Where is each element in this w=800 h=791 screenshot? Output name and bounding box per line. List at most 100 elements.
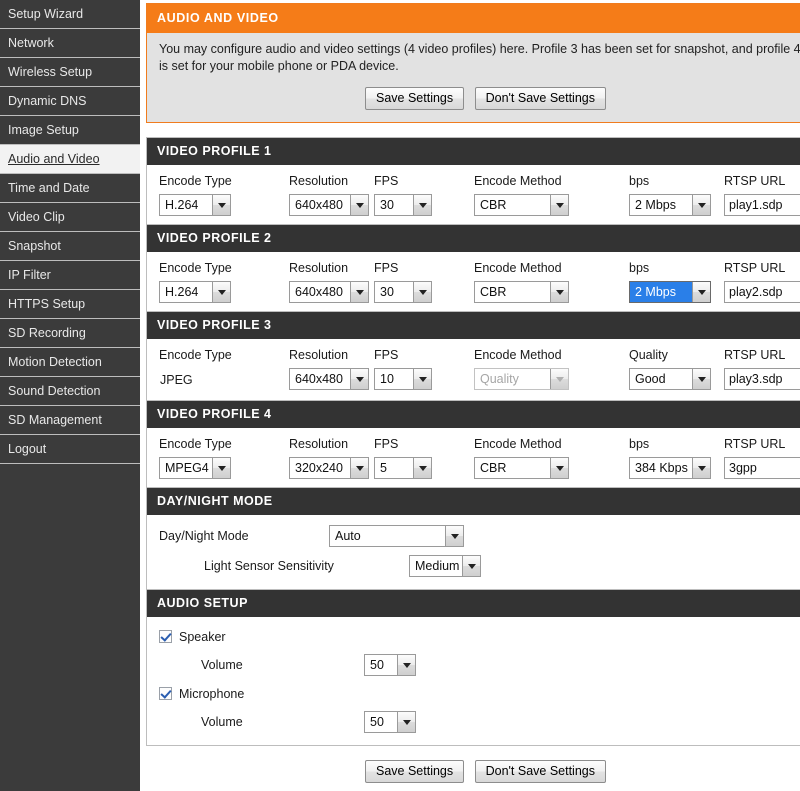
chevron-down-icon [413, 195, 431, 215]
bps-select-profile-2[interactable]: 2 Mbps [629, 281, 711, 303]
encode-method-select-profile-3: Quality [474, 368, 569, 390]
sidebar-item-https-setup[interactable]: HTTPS Setup [0, 290, 140, 319]
dont-save-settings-button-bottom[interactable]: Don't Save Settings [474, 760, 606, 783]
label-rtsp-url: RTSP URL [724, 348, 786, 362]
rtsp-url-input-profile-4[interactable] [724, 457, 800, 479]
sidebar-item-audio-and-video[interactable]: Audio and Video [0, 145, 140, 174]
video-profile-4-controls: MPEG4 320x240 5 CBR 384 Kbps 3gpp [147, 457, 800, 479]
video-profile-2-panel: VIDEO PROFILE 2 Encode Type Resolution F… [146, 225, 800, 312]
chevron-down-icon [350, 369, 368, 389]
fps-select-profile-3[interactable]: 10 [374, 368, 432, 390]
video-profile-4-panel: VIDEO PROFILE 4 Encode Type Resolution F… [146, 401, 800, 488]
label-fps: FPS [374, 261, 399, 275]
sidebar-item-ip-filter[interactable]: IP Filter [0, 261, 140, 290]
sidebar-item-label: Time and Date [8, 181, 90, 195]
encode-method-select-profile-4[interactable]: CBR [474, 457, 569, 479]
save-settings-button-bottom[interactable]: Save Settings [365, 760, 465, 783]
label-encode-method: Encode Method [474, 174, 562, 188]
chevron-down-icon [692, 282, 710, 302]
label-speaker: Speaker [179, 629, 226, 644]
sidebar-item-image-setup[interactable]: Image Setup [0, 116, 140, 145]
sidebar-item-sd-management[interactable]: SD Management [0, 406, 140, 435]
camera-config-page: Setup Wizard Network Wireless Setup Dyna… [0, 0, 800, 791]
sidebar-item-logout[interactable]: Logout [0, 435, 140, 464]
video-profile-3-panel: VIDEO PROFILE 3 Encode Type Resolution F… [146, 312, 800, 401]
label-encode-type: Encode Type [159, 348, 232, 362]
speaker-row: Speaker [147, 623, 800, 650]
bps-select-profile-4[interactable]: 384 Kbps [629, 457, 711, 479]
fps-select-profile-2[interactable]: 30 [374, 281, 432, 303]
encode-type-select-profile-2[interactable]: H.264 [159, 281, 231, 303]
sidebar-item-label: Setup Wizard [8, 7, 84, 21]
sidebar-item-sound-detection[interactable]: Sound Detection [0, 377, 140, 406]
sidebar-filler [0, 464, 140, 784]
video-profile-4-labels: Encode Type Resolution FPS Encode Method… [147, 434, 800, 457]
sidebar-item-network[interactable]: Network [0, 29, 140, 58]
video-profile-3-labels: Encode Type Resolution FPS Encode Method… [147, 345, 800, 368]
rtsp-url-input-profile-2[interactable] [724, 281, 800, 303]
resolution-select-profile-3[interactable]: 640x480 [289, 368, 369, 390]
light-sensor-sensitivity-select[interactable]: Medium [409, 555, 481, 577]
sidebar-item-dynamic-dns[interactable]: Dynamic DNS [0, 87, 140, 116]
rtsp-url-input-profile-1[interactable] [724, 194, 800, 216]
video-profile-4-body: Encode Type Resolution FPS Encode Method… [147, 428, 800, 487]
encode-type-value-profile-3: JPEG [160, 373, 193, 387]
label-day-night-mode: Day/Night Mode [159, 529, 249, 543]
sidebar-item-sd-recording[interactable]: SD Recording [0, 319, 140, 348]
day-night-mode-header: DAY/NIGHT MODE [147, 488, 800, 515]
resolution-select-profile-4[interactable]: 320x240 [289, 457, 369, 479]
speaker-checkbox[interactable] [159, 630, 172, 643]
video-profile-2-body: Encode Type Resolution FPS Encode Method… [147, 252, 800, 311]
video-profile-1-panel: VIDEO PROFILE 1 Encode Type Resolution F… [146, 137, 800, 225]
encode-type-select-profile-4[interactable]: MPEG4 [159, 457, 231, 479]
content-area: AUDIO AND VIDEO You may configure audio … [140, 0, 800, 791]
label-fps: FPS [374, 437, 399, 451]
encode-method-select-profile-1[interactable]: CBR [474, 194, 569, 216]
resolution-select-profile-1[interactable]: 640x480 [289, 194, 369, 216]
sidebar-item-video-clip[interactable]: Video Clip [0, 203, 140, 232]
video-profile-3-header: VIDEO PROFILE 3 [147, 312, 800, 339]
fps-select-profile-1[interactable]: 30 [374, 194, 432, 216]
video-profile-2-header: VIDEO PROFILE 2 [147, 225, 800, 252]
speaker-volume-row: Volume 50 [147, 650, 800, 680]
sidebar-item-time-and-date[interactable]: Time and Date [0, 174, 140, 203]
bps-select-profile-1[interactable]: 2 Mbps [629, 194, 711, 216]
chevron-down-icon [550, 195, 568, 215]
sidebar-item-setup-wizard[interactable]: Setup Wizard [0, 0, 140, 29]
chevron-down-icon [692, 369, 710, 389]
label-resolution: Resolution [289, 437, 349, 451]
label-fps: FPS [374, 174, 399, 188]
microphone-volume-select[interactable]: 50 [364, 711, 416, 733]
fps-select-profile-4[interactable]: 5 [374, 457, 432, 479]
dont-save-settings-button-top[interactable]: Don't Save Settings [474, 87, 606, 110]
sidebar-item-motion-detection[interactable]: Motion Detection [0, 348, 140, 377]
video-profile-1-header: VIDEO PROFILE 1 [147, 138, 800, 165]
encode-method-select-profile-2[interactable]: CBR [474, 281, 569, 303]
chevron-down-icon [692, 195, 710, 215]
chevron-down-icon [397, 712, 415, 732]
speaker-volume-select[interactable]: 50 [364, 654, 416, 676]
sidebar-item-wireless-setup[interactable]: Wireless Setup [0, 58, 140, 87]
day-night-mode-body: Day/Night Mode Auto Light Sensor Sensiti… [147, 515, 800, 589]
save-settings-button-top[interactable]: Save Settings [365, 87, 465, 110]
resolution-select-profile-2[interactable]: 640x480 [289, 281, 369, 303]
microphone-checkbox[interactable] [159, 687, 172, 700]
audio-setup-header: AUDIO SETUP [147, 590, 800, 617]
footer-button-row: Save Settings Don't Save Settings [146, 746, 800, 791]
label-quality: Quality [629, 348, 668, 362]
sidebar-item-snapshot[interactable]: Snapshot [0, 232, 140, 261]
encode-type-select-profile-1[interactable]: H.264 [159, 194, 231, 216]
label-microphone-volume: Volume [201, 715, 243, 729]
label-encode-type: Encode Type [159, 174, 232, 188]
label-rtsp-url: RTSP URL [724, 261, 786, 275]
rtsp-url-input-profile-3[interactable] [724, 368, 800, 390]
label-rtsp-url: RTSP URL [724, 174, 786, 188]
quality-select-profile-3[interactable]: Good [629, 368, 711, 390]
sidebar-item-label: Wireless Setup [8, 65, 93, 79]
chevron-down-icon [413, 282, 431, 302]
intro-panel: AUDIO AND VIDEO You may configure audio … [146, 3, 800, 123]
sidebar-item-label: Audio and Video [8, 152, 100, 166]
chevron-down-icon [445, 526, 463, 546]
day-night-mode-select[interactable]: Auto [329, 525, 464, 547]
chevron-down-icon [212, 282, 230, 302]
